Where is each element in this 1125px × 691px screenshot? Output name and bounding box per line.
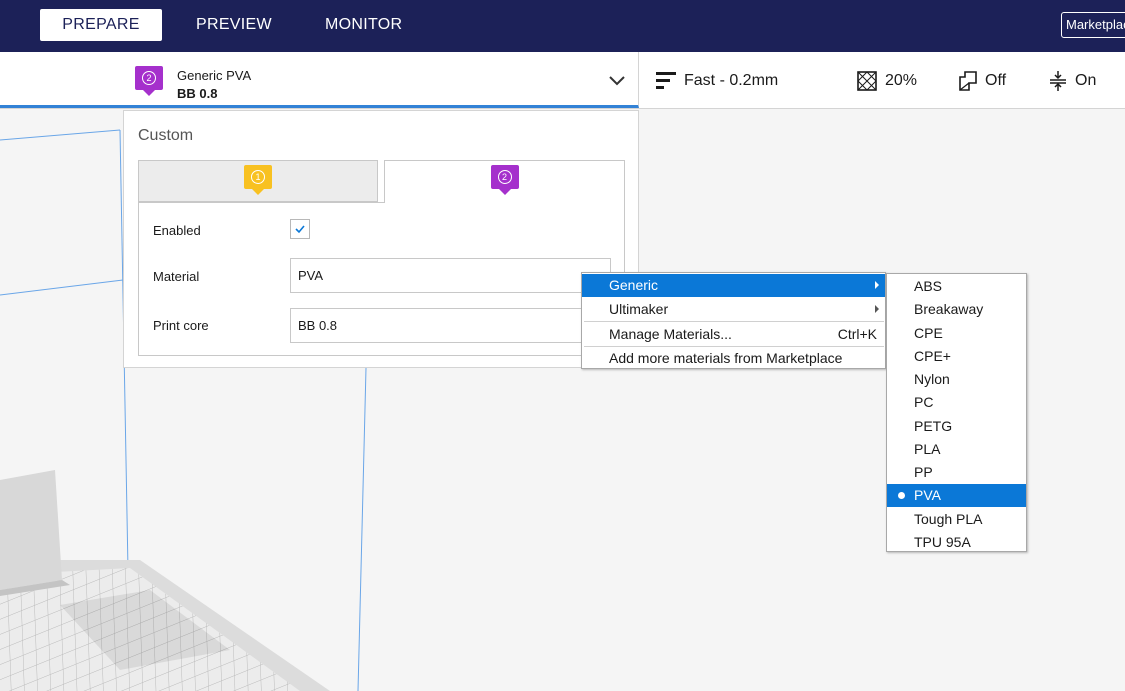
profile-label: Fast - 0.2mm	[684, 72, 779, 89]
submenu-item-nylon[interactable]: Nylon	[887, 368, 1026, 391]
top-nav-bar: PREPARE PREVIEW MONITOR Marketplace	[0, 0, 1125, 52]
menu-item-label: Ultimaker	[609, 301, 669, 317]
submenu-item-pp[interactable]: PP	[887, 461, 1026, 484]
print-setup-toolbar: 2 Generic PVA BB 0.8 Fast - 0.2mm 20% Of…	[0, 52, 1125, 109]
submenu-item-label: PLA	[914, 440, 941, 457]
selected-core-name: BB 0.8	[177, 86, 218, 101]
support-label: Off	[985, 72, 1007, 89]
submenu-item-label: PP	[914, 464, 933, 480]
submenu-item-label: Tough PLA	[914, 510, 983, 527]
submenu-item-petg[interactable]: PETG	[887, 415, 1026, 438]
submenu-item-tough-pla[interactable]: Tough PLA	[887, 508, 1026, 531]
selected-material-name: Generic PVA	[177, 68, 252, 83]
submenu-item-label: PETG	[914, 417, 953, 434]
tab-extruder-2[interactable]: 2	[384, 160, 625, 203]
submenu-item-cpe-[interactable]: CPE+	[887, 345, 1026, 368]
menu-item-generic[interactable]: Generic	[582, 274, 885, 297]
extruder-number: 2	[142, 71, 156, 85]
print-core-label: Print core	[153, 318, 209, 333]
submenu-item-pva[interactable]: PVA	[887, 484, 1026, 508]
infill-icon	[857, 71, 877, 91]
submenu-item-cpe[interactable]: CPE	[887, 322, 1026, 345]
submenu-arrow-icon	[875, 305, 879, 313]
material-label: Material	[153, 269, 200, 284]
material-menu: Generic Ultimaker Manage Materials... Ct…	[581, 272, 886, 369]
popup-title: Custom	[138, 127, 194, 144]
submenu-item-label: CPE	[914, 324, 943, 341]
submenu-item-pla[interactable]: PLA	[887, 438, 1026, 461]
submenu-item-breakaway[interactable]: Breakaway	[887, 298, 1026, 321]
extruder-settings-panel: Enabled Material PVA Print core BB 0.8	[138, 202, 625, 356]
extruder-1-number: 1	[251, 170, 265, 184]
tab-preview[interactable]: PREVIEW	[196, 9, 272, 41]
enabled-checkbox[interactable]	[290, 219, 310, 239]
menu-item-label: Manage Materials...	[609, 326, 732, 342]
adhesion-button[interactable]: On	[1049, 69, 1096, 93]
tab-monitor[interactable]: MONITOR	[325, 9, 402, 41]
submenu-item-label: Nylon	[914, 371, 950, 387]
print-core-dropdown[interactable]: BB 0.8	[290, 308, 611, 343]
extruder-2-number: 2	[497, 170, 512, 184]
support-button[interactable]: Off	[959, 69, 1006, 93]
tab-extruder-1[interactable]: 1	[138, 160, 378, 202]
infill-label: 20%	[885, 72, 918, 89]
marketplace-button[interactable]: Marketplace	[1061, 12, 1125, 38]
extruder-2-badge-icon: 2	[135, 66, 163, 96]
adhesion-label: On	[1075, 72, 1097, 89]
menu-item-manage-materials[interactable]: Manage Materials... Ctrl+K	[582, 323, 885, 346]
submenu-item-label: PVA	[914, 487, 941, 504]
extruder-1-badge-icon: 1	[244, 165, 272, 195]
tab-prepare[interactable]: PREPARE	[40, 9, 162, 41]
checkmark-icon	[295, 225, 305, 234]
submenu-item-label: ABS	[914, 278, 943, 294]
submenu-item-label: TPU 95A	[914, 533, 971, 550]
menu-item-ultimaker[interactable]: Ultimaker	[582, 298, 885, 321]
chevron-down-icon[interactable]	[608, 73, 626, 87]
submenu-item-label: Breakaway	[914, 301, 984, 318]
selected-dot-icon	[898, 492, 905, 500]
extruder-config-popup: Custom 1 2 Enabled Material PVA Print co…	[123, 110, 639, 368]
menu-item-label: Generic	[609, 277, 659, 293]
generic-material-submenu: ABS Breakaway CPE CPE+ Nylon PC PETG PLA PP PVA To…	[886, 273, 1027, 552]
submenu-item-pc[interactable]: PC	[887, 391, 1026, 414]
submenu-item-label: CPE+	[914, 347, 951, 364]
menu-item-add-from-marketplace[interactable]: Add more materials from Marketplace	[582, 347, 885, 370]
menu-separator	[584, 321, 884, 322]
extruder-selector[interactable]: 2 Generic PVA BB 0.8	[0, 52, 639, 108]
submenu-item-label: PC	[914, 394, 934, 411]
shortcut-label: Ctrl+K	[837, 326, 877, 342]
infill-button[interactable]: 20%	[857, 69, 917, 93]
profile-bars-icon	[656, 72, 676, 89]
material-dropdown[interactable]: PVA	[290, 258, 611, 293]
menu-item-label: Add more materials from Marketplace	[609, 350, 843, 366]
extruder-2-tab-badge-icon: 2	[490, 165, 519, 195]
adhesion-icon	[1050, 71, 1066, 91]
support-icon	[959, 71, 977, 91]
enabled-label: Enabled	[153, 223, 201, 238]
submenu-item-tpu-95a[interactable]: TPU 95A	[887, 531, 1026, 554]
print-profile-button[interactable]: Fast - 0.2mm	[656, 69, 778, 93]
submenu-arrow-icon	[875, 281, 879, 289]
submenu-item-abs[interactable]: ABS	[887, 275, 1026, 298]
